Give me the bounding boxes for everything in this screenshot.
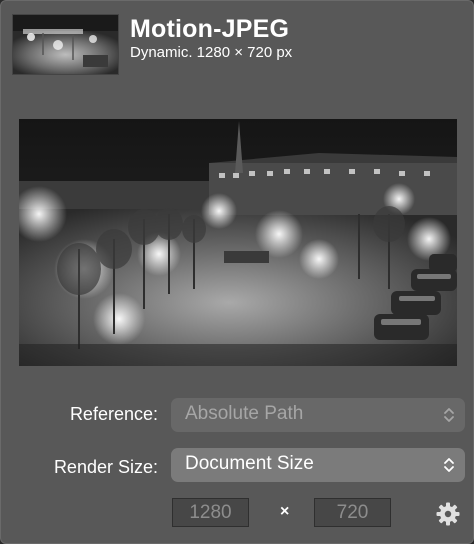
height-field[interactable]: 720 (314, 498, 391, 527)
width-field[interactable]: 1280 (172, 498, 249, 527)
reference-label: Reference: (69, 404, 158, 424)
media-inspector-panel: Motion-JPEG Dynamic. 1280 × 720 px Refer… (0, 0, 474, 544)
video-preview (19, 119, 457, 366)
render-size-value: Document Size (185, 453, 314, 474)
reference-value: Absolute Path (185, 403, 304, 424)
media-info: Dynamic. 1280 × 720 px (130, 44, 293, 61)
thumbnail-image (13, 15, 118, 74)
up-down-chevron-icon (444, 408, 454, 422)
media-title: Motion-JPEG (130, 15, 290, 43)
render-size-label: Render Size: (53, 457, 158, 477)
preview-image (19, 119, 457, 366)
dimension-separator: × (280, 503, 290, 520)
video-thumbnail (12, 14, 119, 75)
up-down-chevron-icon (444, 458, 454, 472)
render-size-popup[interactable]: Document Size (171, 448, 465, 482)
gear-icon[interactable] (436, 502, 460, 526)
reference-popup[interactable]: Absolute Path (171, 398, 465, 432)
